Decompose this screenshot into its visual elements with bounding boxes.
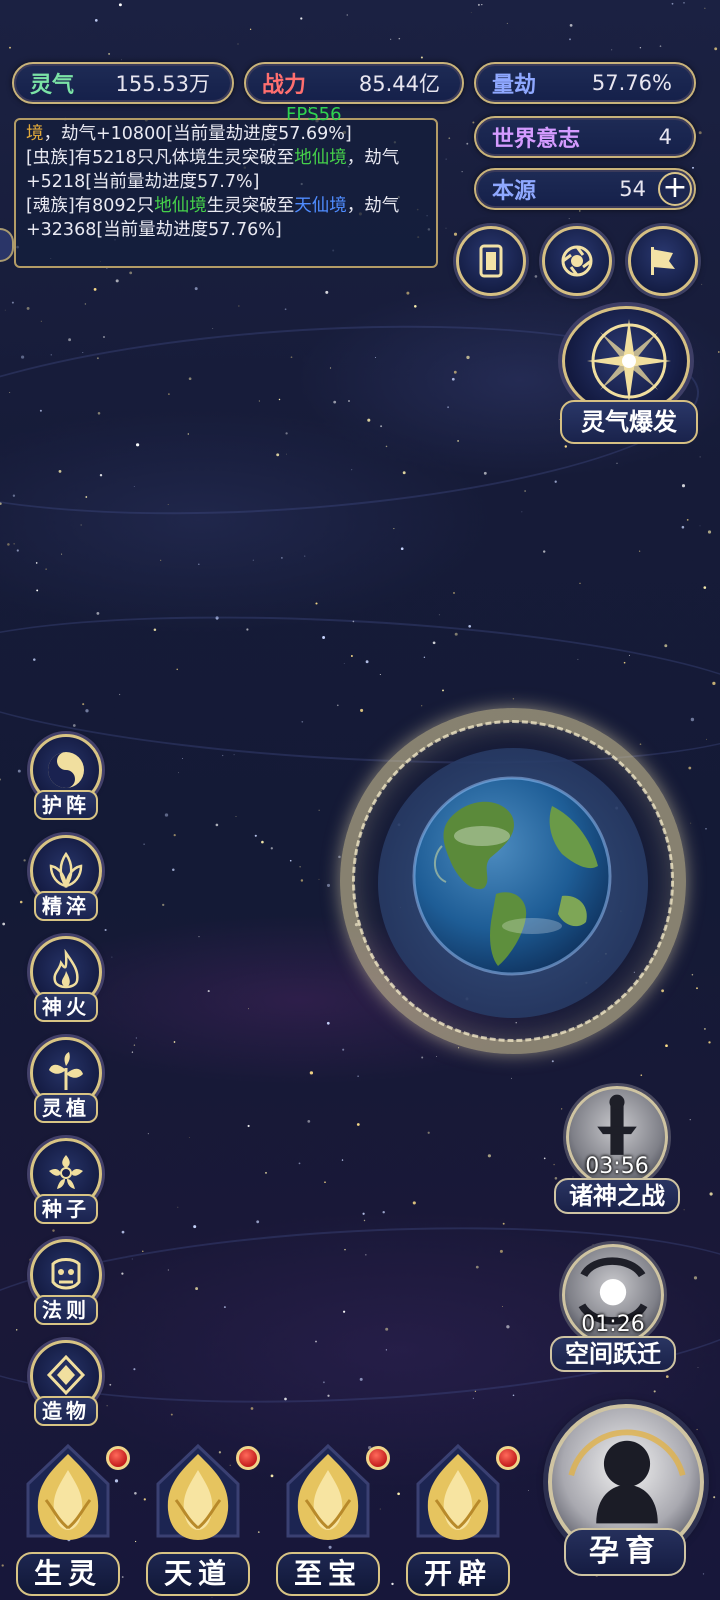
log-segment: 地仙境	[294, 148, 347, 168]
space-jump-timer: 01:26	[581, 1312, 645, 1337]
lingqi-value: 155.53万	[115, 72, 210, 96]
left-menu-label: 造物	[34, 1396, 98, 1426]
left-menu-item[interactable]: 神火	[26, 936, 106, 1026]
spirit-burst-button[interactable]: 灵气爆发	[560, 400, 698, 444]
zhanli-label: 战力	[262, 72, 307, 98]
gods-battle-timer: 03:56	[585, 1154, 649, 1179]
zhanli-stat[interactable]: 战力 85.44亿	[244, 62, 464, 104]
log-segment: [虫族]有5218只凡体境生灵突破至	[26, 148, 295, 168]
gods-battle-label: 诸神之战	[554, 1178, 680, 1214]
log-entry: [虫族]有5218只凡体境生灵突破至地仙境，劫气+5218[当前量劫进度57.7…	[26, 146, 426, 194]
flag-icon	[651, 247, 675, 275]
left-menu-item[interactable]: 灵植	[26, 1037, 106, 1127]
world-will-label: 世界意志	[492, 126, 581, 152]
notification-badge	[106, 1446, 130, 1470]
lingqi-stat[interactable]: 灵气 155.53万	[12, 62, 234, 104]
zhanli-value: 85.44亿	[358, 72, 440, 96]
left-menu-label: 法则	[34, 1295, 98, 1325]
liangjie-value: 57.76%	[591, 71, 672, 95]
flag-button[interactable]	[628, 226, 698, 296]
log-segment: 地仙境	[154, 196, 207, 216]
left-menu-label: 精淬	[34, 891, 98, 921]
nurture-button[interactable]: 孕育	[540, 1404, 710, 1600]
vortex-button[interactable]	[542, 226, 612, 296]
fps-counter: FPS56	[286, 104, 342, 125]
log-segment: 生灵突破至	[206, 196, 295, 216]
liangjie-label: 量劫	[492, 72, 537, 98]
lingqi-label: 灵气	[30, 72, 75, 98]
log-segment: [魂族]	[26, 196, 75, 216]
gods-battle-event[interactable]: 03:56 诸神之战	[554, 1086, 680, 1216]
space-jump-label: 空间跃迁	[550, 1336, 676, 1372]
left-menu-label: 种子	[34, 1194, 98, 1224]
log-entry: [魂族]有8092只地仙境生灵突破至天仙境，劫气+32368[当前量劫进度57.…	[26, 194, 426, 242]
notification-badge	[366, 1446, 390, 1470]
log-segment: 天仙境	[294, 196, 347, 216]
left-menu-label: 护阵	[34, 790, 98, 820]
benyuan-value: 54	[619, 177, 646, 201]
bottom-nav-item[interactable]: 天道	[138, 1440, 260, 1600]
left-menu-label: 灵植	[34, 1093, 98, 1123]
bottom-nav-item[interactable]: 生灵	[8, 1440, 130, 1600]
world-will-stat[interactable]: 世界意志 4	[474, 116, 696, 158]
bottom-nav-label: 开辟	[406, 1552, 510, 1596]
vortex-icon	[561, 245, 593, 277]
world-will-value: 4	[658, 125, 672, 149]
left-menu-label: 神火	[34, 992, 98, 1022]
world-planet[interactable]	[412, 776, 612, 976]
benyuan-label: 本源	[492, 178, 537, 204]
log-entry: 境，劫气+10800[当前量劫进度57.69%]	[26, 122, 426, 146]
bottom-nav-item[interactable]: 开辟	[398, 1440, 520, 1600]
left-menu-item[interactable]: 种子	[26, 1138, 106, 1228]
log-segment: 境	[26, 124, 44, 144]
add-benyuan-button[interactable]: +	[658, 172, 692, 206]
bottom-nav-label: 至宝	[276, 1552, 380, 1596]
card-icon	[479, 244, 503, 278]
bottom-nav-label: 生灵	[16, 1552, 120, 1596]
bottom-nav-item[interactable]: 至宝	[268, 1440, 390, 1600]
left-menu-item[interactable]: 精淬	[26, 835, 106, 925]
left-menu-item[interactable]: 造物	[26, 1340, 106, 1430]
benyuan-stat[interactable]: 本源 54 +	[474, 168, 696, 210]
left-menu-item[interactable]: 护阵	[26, 734, 106, 824]
card-button[interactable]	[456, 226, 526, 296]
liangjie-stat[interactable]: 量劫 57.76%	[474, 62, 696, 104]
nurture-label: 孕育	[564, 1528, 686, 1576]
notification-badge	[496, 1446, 520, 1470]
notification-badge	[236, 1446, 260, 1470]
log-segment: 有8092只	[74, 196, 155, 216]
event-log[interactable]: 境，劫气+10800[当前量劫进度57.69%] [虫族]有5218只凡体境生灵突…	[14, 118, 438, 268]
bottom-nav-label: 天道	[146, 1552, 250, 1596]
left-menu-item[interactable]: 法则	[26, 1239, 106, 1329]
space-jump-event[interactable]: 01:26 空间跃迁	[550, 1244, 676, 1374]
log-segment: ，劫气+10800[当前量劫进度57.69%]	[43, 124, 352, 144]
